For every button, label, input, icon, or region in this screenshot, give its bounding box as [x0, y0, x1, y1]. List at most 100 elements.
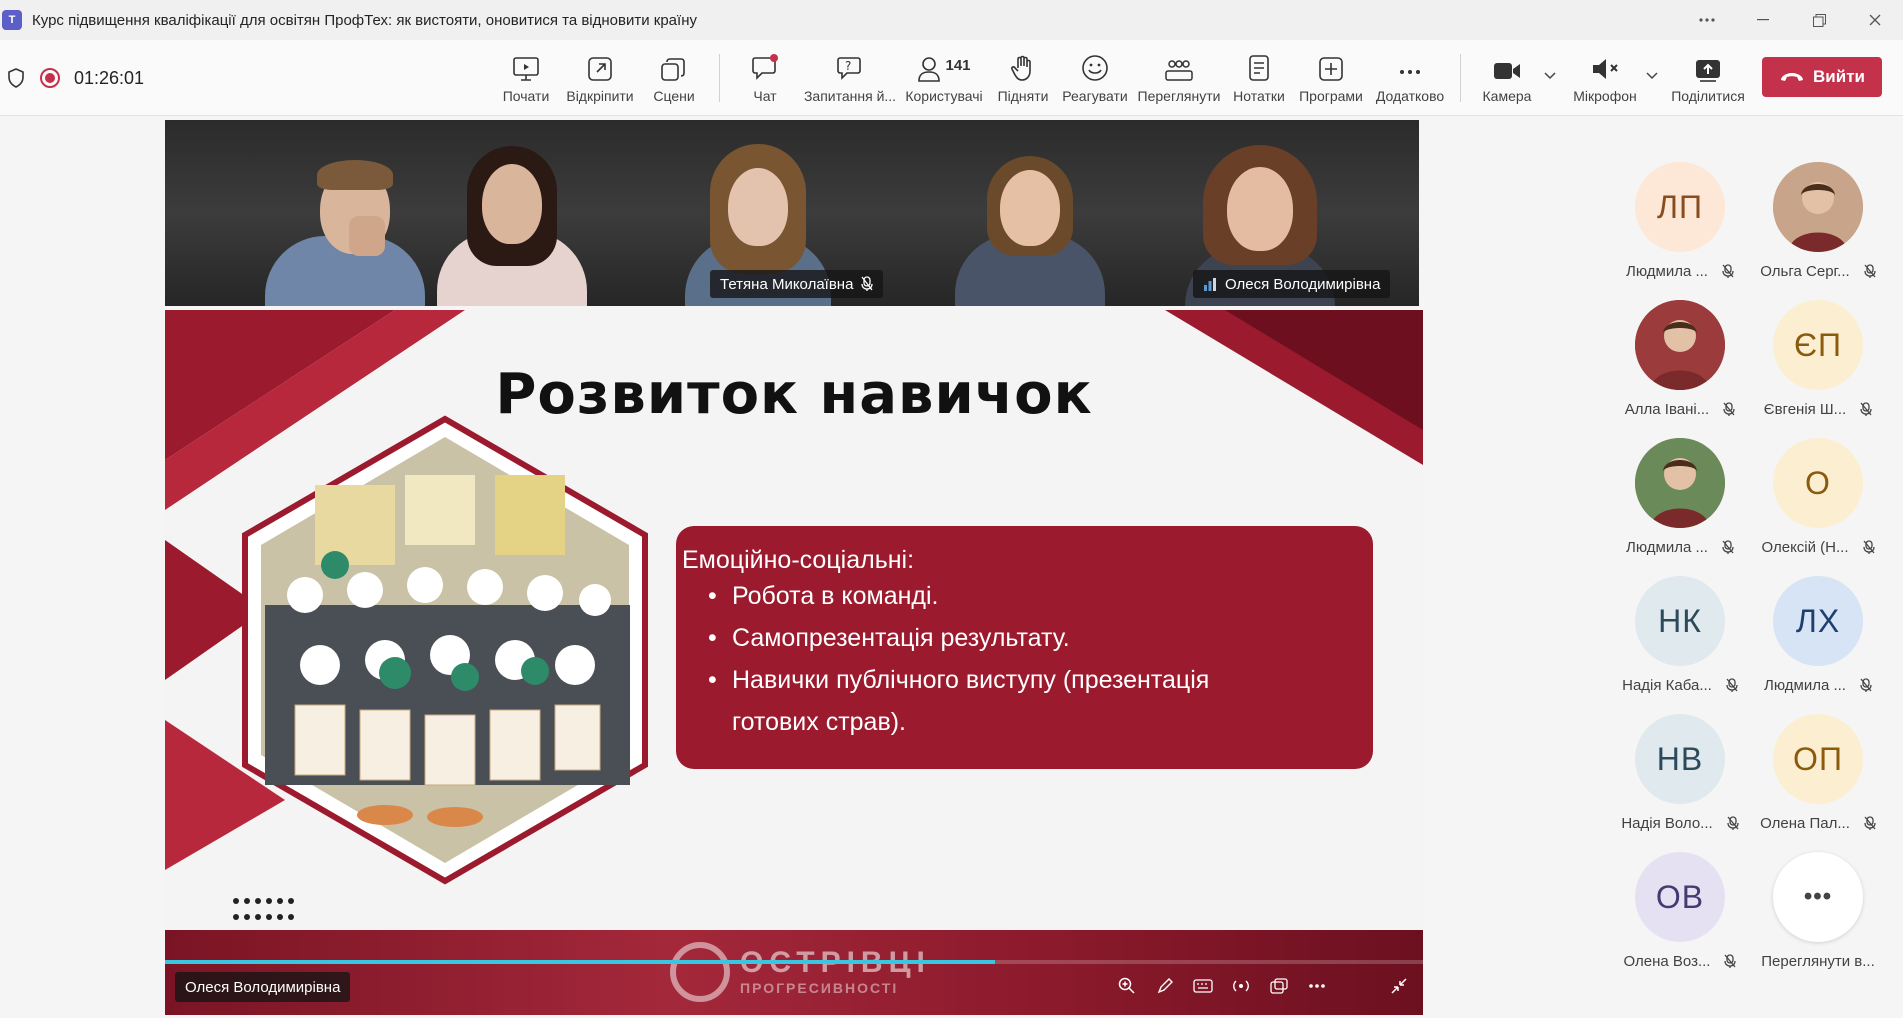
close-icon[interactable] — [1847, 0, 1903, 40]
mic-off-icon — [1862, 540, 1875, 554]
participant-tile[interactable]: НВ Надія Воло... — [1610, 707, 1750, 837]
react-button[interactable]: Реагувати — [1062, 50, 1128, 110]
participant-tile[interactable]: ОВ Олена Воз... — [1610, 845, 1750, 975]
avatar-photo — [1773, 162, 1863, 252]
slide-title: Розвиток навичок — [495, 362, 1093, 427]
broadcast-icon[interactable] — [1229, 974, 1253, 998]
people-button[interactable]: 141 Користувачі — [905, 50, 982, 110]
participant-name-tag: Тетяна Миколаївна — [710, 270, 884, 298]
maximize-icon[interactable] — [1791, 0, 1847, 40]
mic-off-icon — [1724, 954, 1737, 968]
participant-name: Алла Івані... — [1610, 401, 1750, 418]
chat-button[interactable]: Чат — [749, 50, 781, 110]
chat-icon — [751, 50, 779, 82]
participant-tile[interactable]: ЛП Людмила ... — [1610, 155, 1750, 285]
ellipsis-icon — [1398, 50, 1422, 82]
teams-logo-icon: T — [2, 10, 22, 30]
toolbar-separator — [719, 54, 720, 102]
video-gallery: Тетяна Миколаївна Олеся Володимирівна — [165, 120, 1419, 306]
mic-off-icon — [1723, 402, 1735, 416]
participant-tile[interactable]: Алла Івані... — [1610, 293, 1750, 423]
view-button[interactable]: Переглянути — [1138, 50, 1220, 110]
video-tile[interactable] — [265, 136, 425, 306]
annotate-pen-icon[interactable] — [1153, 974, 1177, 998]
speaker-muted-icon — [1590, 50, 1620, 82]
participant-tile[interactable]: О Олексій (Н... — [1748, 431, 1888, 561]
camera-icon — [1492, 50, 1522, 82]
scenes-button[interactable]: Сцени — [652, 50, 696, 110]
participant-tile[interactable]: ОП Олена Пал... — [1748, 707, 1888, 837]
smile-icon — [1081, 50, 1109, 82]
people-icon: 141 — [917, 50, 971, 82]
more-actions-button[interactable]: Додатково — [1374, 50, 1446, 110]
window-controls — [1679, 0, 1903, 40]
video-tile[interactable] — [945, 146, 1115, 306]
leave-button[interactable]: Вийти — [1762, 57, 1882, 97]
avatar-photo — [1635, 438, 1725, 528]
share-button[interactable]: Поділитися — [1671, 50, 1745, 110]
open-button[interactable]: Відкріпити — [566, 50, 634, 110]
participant-name: Надія Каба... — [1610, 677, 1750, 694]
share-progress-bar — [165, 960, 1423, 964]
shared-screen: Розвиток навичок Емоційно-соціальні: Роб… — [165, 310, 1423, 1015]
avatar: ••• — [1773, 852, 1863, 942]
collapse-icon[interactable] — [1387, 974, 1411, 998]
participant-name: Переглянути в... — [1761, 953, 1875, 970]
camera-options-chevron-icon[interactable] — [1543, 68, 1557, 82]
participant-tile[interactable]: НК Надія Каба... — [1610, 569, 1750, 699]
mic-options-chevron-icon[interactable] — [1645, 68, 1659, 82]
avatar: НК — [1635, 576, 1725, 666]
more-options-icon[interactable] — [1305, 974, 1329, 998]
keyboard-icon[interactable] — [1191, 974, 1215, 998]
avatar: ЛХ — [1773, 576, 1863, 666]
notes-button[interactable]: Нотатки — [1232, 50, 1286, 110]
svg-text:?: ? — [845, 59, 851, 73]
mic-off-icon — [1860, 678, 1872, 692]
avatar: О — [1773, 438, 1863, 528]
add-app-icon — [1318, 50, 1344, 82]
skills-list: Робота в команді. Самопрезентація резуль… — [708, 575, 1373, 743]
participant-tile[interactable]: ЄП Євгенія Ш... — [1748, 293, 1888, 423]
participant-tile[interactable]: ЛХ Людмила ... — [1748, 569, 1888, 699]
more-icon[interactable] — [1679, 0, 1735, 40]
toolbar-separator — [1460, 54, 1461, 102]
participant-tile[interactable]: Людмила ... — [1610, 431, 1750, 561]
avatar: ЛП — [1635, 162, 1725, 252]
avatar: ЄП — [1773, 300, 1863, 390]
mic-button[interactable]: Мікрофон — [1572, 50, 1638, 110]
list-item: Навички публічного виступу (презентація … — [708, 659, 1373, 743]
minimize-icon[interactable] — [1735, 0, 1791, 40]
shield-icon[interactable] — [6, 67, 26, 89]
participant-name: Олексій (Н... — [1748, 539, 1888, 556]
pop-out-icon — [587, 50, 613, 82]
avatar: НВ — [1635, 714, 1725, 804]
start-button[interactable]: Почати — [500, 50, 552, 110]
participant-name: Олена Пал... — [1748, 815, 1888, 832]
qa-button[interactable]: ? Запитання й... — [804, 50, 896, 110]
video-tile[interactable] — [427, 136, 597, 306]
people-count: 141 — [945, 57, 971, 74]
apps-button[interactable]: Програми — [1298, 50, 1364, 110]
avatar: ОВ — [1635, 852, 1725, 942]
list-item: Самопрезентація результату. — [708, 617, 1373, 659]
brand-tagline: ПРОГРЕСИВНОСТІ — [740, 980, 899, 996]
view-all-participants[interactable]: ••• Переглянути в... — [1748, 845, 1888, 975]
list-item: Робота в команді. — [708, 575, 1373, 617]
meeting-timer: 01:26:01 — [74, 67, 145, 88]
classroom-photo — [242, 415, 648, 885]
mic-off-icon — [1860, 402, 1872, 416]
avatar: ОП — [1773, 714, 1863, 804]
participant-name: Олена Воз... — [1610, 953, 1750, 970]
avatar-photo — [1635, 300, 1725, 390]
participant-name: Людмила ... — [1610, 539, 1750, 556]
window-title: Курс підвищення кваліфікації для освітян… — [32, 11, 697, 29]
camera-button[interactable]: Камера — [1482, 50, 1532, 110]
raise-hand-button[interactable]: Підняти — [998, 50, 1048, 110]
pop-out-window-icon[interactable] — [1267, 974, 1291, 998]
zoom-in-icon[interactable] — [1115, 974, 1139, 998]
mic-off-icon — [1727, 816, 1739, 830]
recording-icon — [40, 68, 60, 88]
meeting-stage: Тетяна Миколаївна Олеся Володимирівна Ро… — [165, 120, 1423, 1015]
mic-off-icon — [1722, 264, 1734, 278]
participant-tile[interactable]: Ольга Серг... — [1748, 155, 1888, 285]
